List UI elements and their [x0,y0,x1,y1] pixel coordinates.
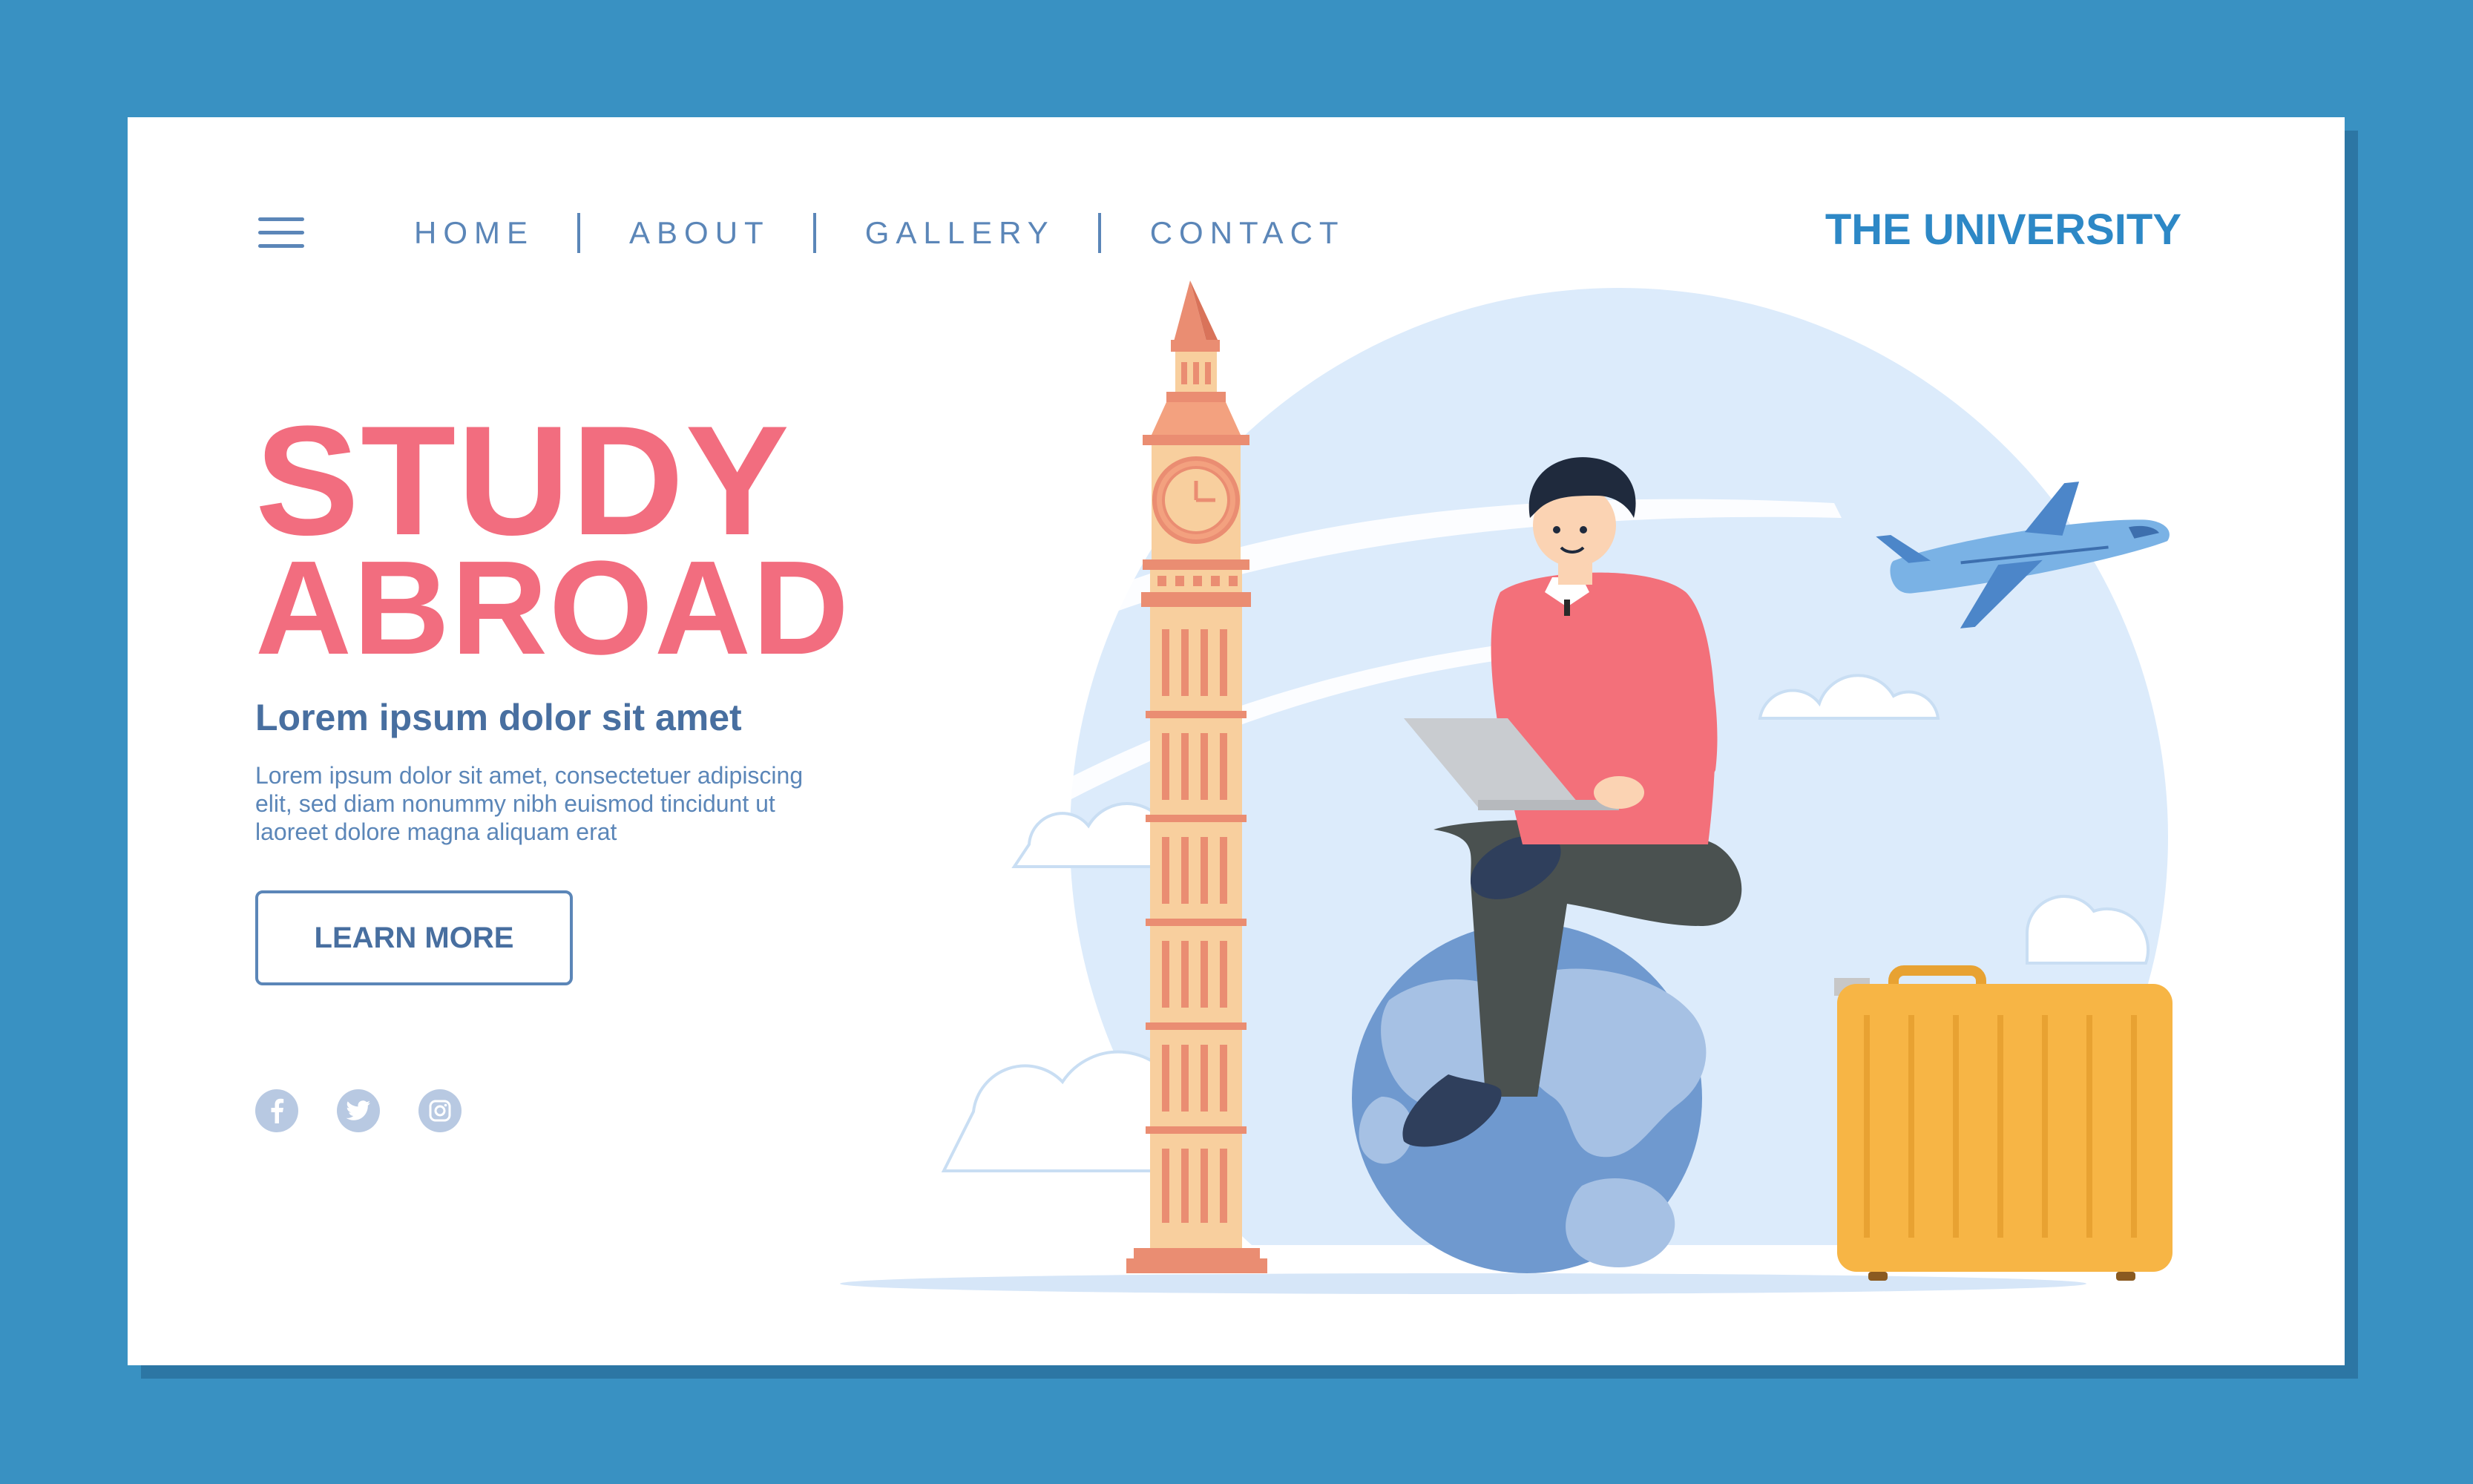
instagram-icon[interactable] [418,1089,462,1132]
hero-subheading: Lorem ipsum dolor sit amet [255,697,742,738]
ground-shadow [840,1273,2086,1294]
airplane [1876,482,2170,628]
landing-page-card: HOME ABOUT GALLERY CONTACT THE UNIVERSIT… [128,117,2345,1365]
big-ben-tower [1126,280,1267,1273]
nav-gallery[interactable]: GALLERY [865,215,1055,251]
menu-icon[interactable] [258,217,304,250]
twitter-icon[interactable] [337,1089,380,1132]
nav-home[interactable]: HOME [414,215,534,251]
hero-title-line1: STUDY [255,393,791,568]
nav-contact[interactable]: CONTACT [1150,215,1345,251]
brand-logo[interactable]: THE UNIVERSITY [1825,205,2181,255]
main-nav: HOME ABOUT GALLERY CONTACT [414,206,1345,260]
hero-title: STUDY ABROAD [255,393,850,683]
hero-body-text: Lorem ipsum dolor sit amet, consectetuer… [255,762,804,845]
nav-divider [577,213,580,253]
globe [1352,923,1707,1273]
background-circle [1070,288,2168,1365]
nav-about[interactable]: ABOUT [629,215,770,251]
learn-more-button[interactable]: LEARN MORE [255,890,573,985]
hero-title-line2: ABROAD [255,533,850,683]
suitcase [1834,965,2173,1281]
facebook-icon[interactable] [255,1089,298,1132]
student-person [1402,457,1742,1147]
nav-divider [812,213,816,253]
cloud [941,674,2150,1172]
nav-divider [1097,213,1101,253]
study-abroad-illustration [795,280,2345,1365]
social-links [255,1089,462,1132]
